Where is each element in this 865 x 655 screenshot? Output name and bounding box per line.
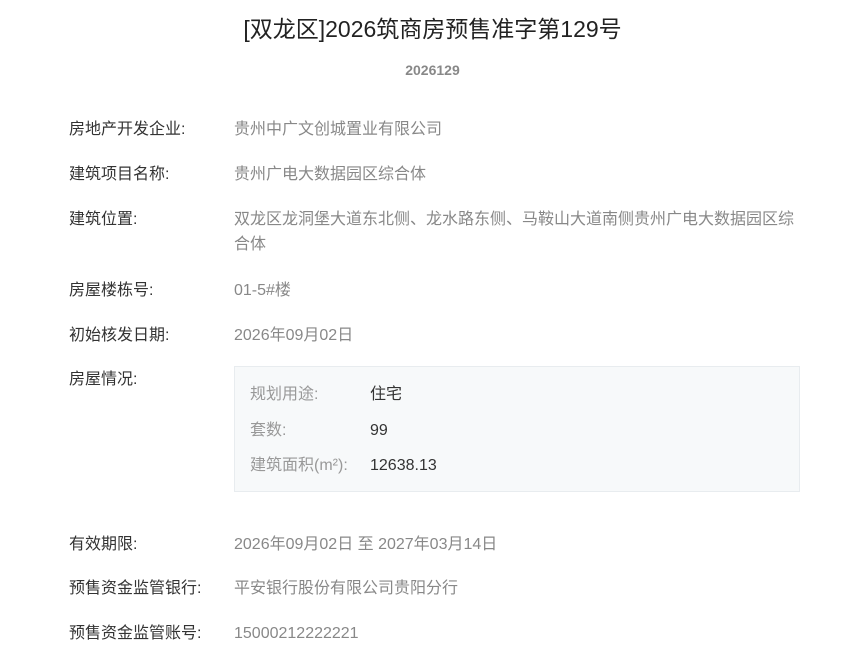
validity-label: 有效期限: xyxy=(69,536,138,553)
units-value: 99 xyxy=(370,422,388,439)
house-info-box: 规划用途: 住宅 套数: 99 建筑面积(m²): 12638.13 xyxy=(234,366,800,492)
account-label: 预售资金监管账号: xyxy=(69,625,202,642)
building-value: 01-5#楼 xyxy=(234,282,291,299)
area-label: 建筑面积(m²): xyxy=(250,457,348,474)
usage-value: 住宅 xyxy=(370,386,403,403)
account-value: 15000212222221 xyxy=(234,625,359,642)
project-label: 建筑项目名称: xyxy=(69,166,170,183)
issue-date-label: 初始核发日期: xyxy=(69,327,170,344)
page-title: [双龙区]2026筑商房预售准字第129号 xyxy=(243,16,622,42)
developer-label: 房地产开发企业: xyxy=(69,121,186,138)
building-label: 房屋楼栋号: xyxy=(69,282,154,299)
validity-value: 2026年09月02日 至 2027年03月14日 xyxy=(234,536,498,553)
house-info-label: 房屋情况: xyxy=(69,371,138,388)
area-value: 12638.13 xyxy=(370,457,437,474)
usage-label: 规划用途: xyxy=(250,386,319,403)
location-value: 双龙区龙洞堡大道东北侧、龙水路东侧、马鞍山大道南侧贵州广电大数据园区综合体 xyxy=(234,211,795,253)
developer-value: 贵州中广文创城置业有限公司 xyxy=(234,121,443,138)
location-label: 建筑位置: xyxy=(69,211,138,228)
issue-date-value: 2026年09月02日 xyxy=(234,327,354,344)
project-value: 贵州广电大数据园区综合体 xyxy=(234,166,427,183)
license-number: 2026129 xyxy=(405,62,460,78)
units-label: 套数: xyxy=(250,422,287,439)
bank-value: 平安银行股份有限公司贵阳分行 xyxy=(234,580,459,597)
bank-label: 预售资金监管银行: xyxy=(69,580,202,597)
